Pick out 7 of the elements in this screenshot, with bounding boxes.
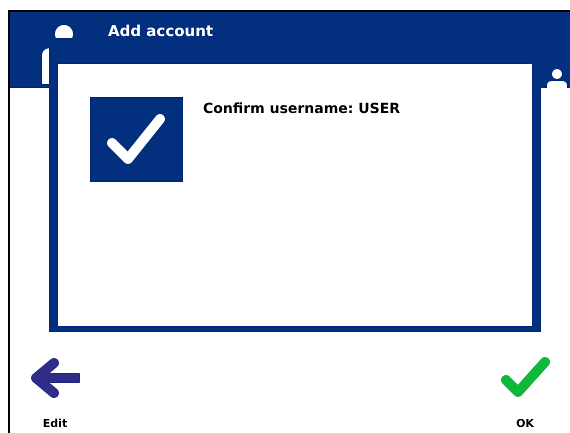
edit-button[interactable]: Edit — [30, 358, 80, 432]
checkmark-icon — [500, 356, 550, 398]
header-title: Add account — [108, 24, 214, 39]
left-arrow-icon — [30, 358, 80, 398]
ok-button[interactable]: OK — [500, 356, 550, 432]
dialog-message: Confirm username: USER — [203, 100, 400, 119]
checkbox-check-icon — [90, 97, 183, 182]
